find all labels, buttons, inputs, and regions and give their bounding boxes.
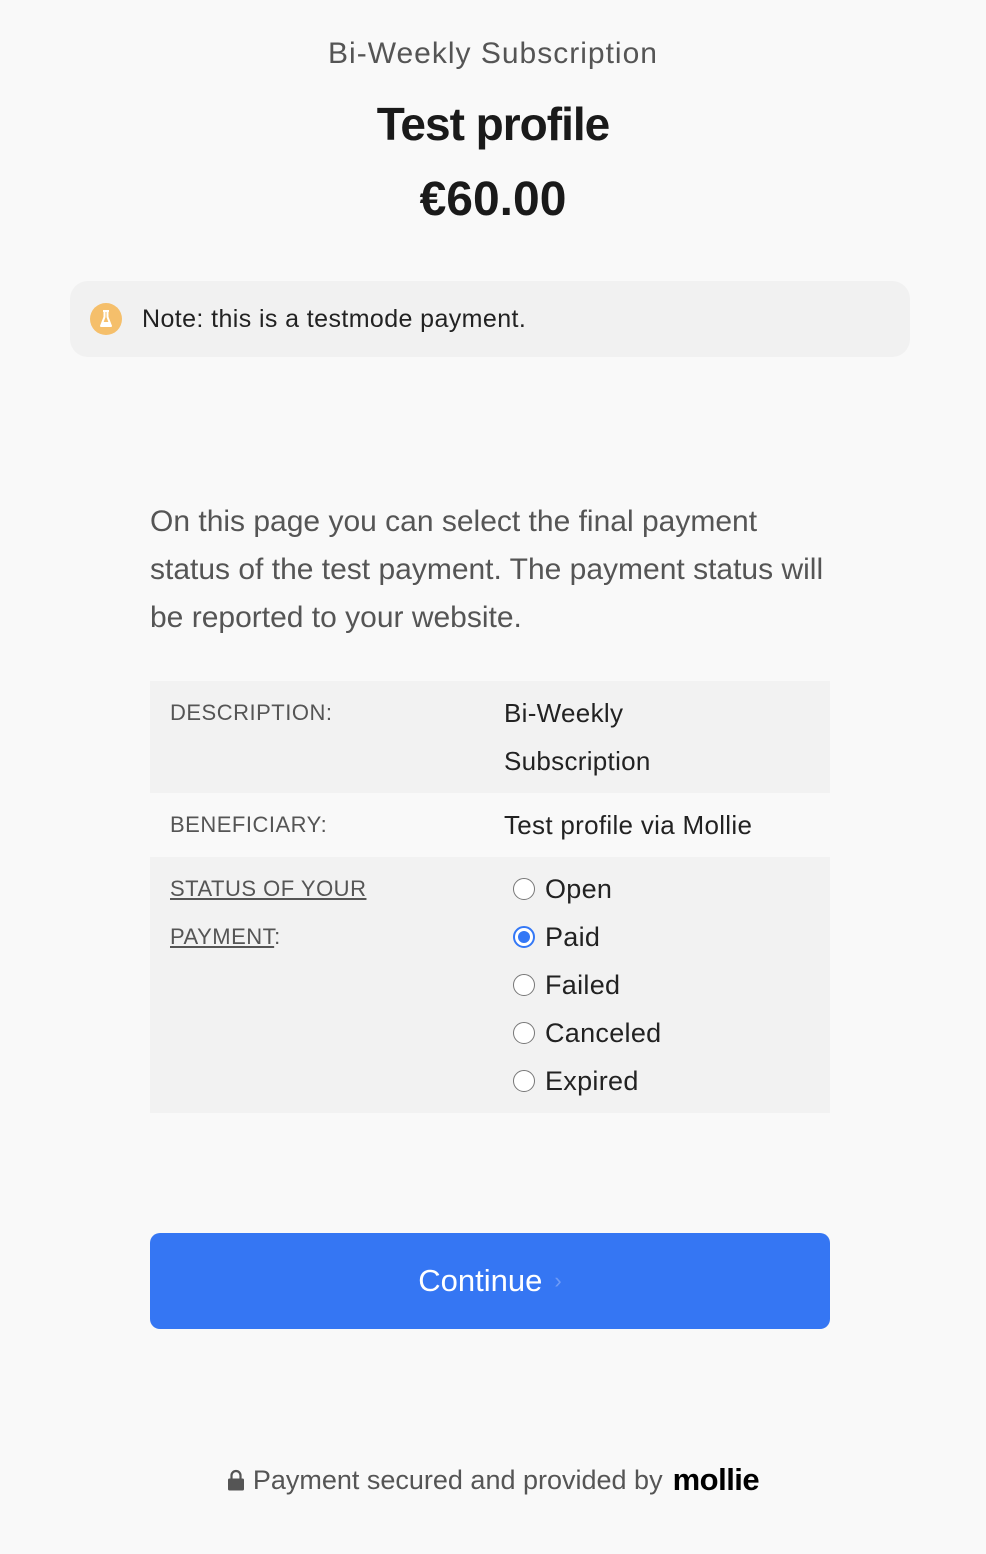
description-value-line2: Subscription — [504, 746, 651, 776]
status-option-label: Open — [545, 873, 613, 904]
description-label: DESCRIPTION: — [170, 700, 333, 725]
status-option-canceled[interactable]: Canceled — [513, 1009, 830, 1057]
radio-open[interactable] — [513, 878, 535, 900]
footer-text: Payment secured and provided by — [252, 1464, 663, 1495]
radio-expired[interactable] — [513, 1070, 535, 1092]
status-option-failed[interactable]: Failed — [513, 961, 830, 1009]
testmode-note-text: Note: this is a testmode payment. — [142, 304, 527, 333]
beneficiary-value: Test profile via Mollie — [504, 809, 753, 840]
radio-paid[interactable] — [513, 926, 535, 948]
status-option-label: Failed — [545, 969, 621, 1000]
radio-failed[interactable] — [513, 974, 535, 996]
status-label-line2: PAYMENT — [170, 924, 275, 949]
status-option-label: Expired — [545, 1065, 639, 1096]
status-option-open[interactable]: Open — [513, 865, 830, 913]
status-row: STATUS OF YOUR PAYMENT: Open Paid Failed — [150, 857, 830, 1113]
continue-button-label: Continue — [418, 1263, 543, 1298]
header: Bi-Weekly Subscription Test profile €60.… — [0, 0, 986, 228]
radio-canceled[interactable] — [513, 1022, 535, 1044]
status-option-label: Canceled — [545, 1017, 662, 1048]
payment-subtitle: Bi-Weekly Subscription — [328, 37, 658, 70]
payment-details-table: DESCRIPTION: Bi-Weekly Subscription BENE… — [150, 681, 830, 1113]
merchant-title: Test profile — [376, 98, 611, 150]
intro-text: On this page you can select the final pa… — [150, 505, 824, 634]
status-option-label: Paid — [545, 921, 601, 952]
status-label-colon: : — [274, 924, 281, 949]
payment-page: Bi-Weekly Subscription Test profile €60.… — [0, 0, 986, 1554]
beneficiary-label: BENEFICIARY: — [170, 812, 328, 837]
status-option-expired[interactable]: Expired — [513, 1057, 830, 1105]
status-label-line1: STATUS OF YOUR — [170, 876, 367, 901]
status-option-paid[interactable]: Paid — [513, 913, 830, 961]
description-value-line1: Bi-Weekly — [504, 698, 624, 728]
chevron-right-icon: › — [554, 1268, 562, 1293]
testmode-note: Note: this is a testmode payment. — [70, 281, 910, 357]
payment-amount: €60.00 — [419, 173, 567, 226]
description-value: Bi-Weekly Subscription — [504, 689, 830, 793]
status-radio-group: Open Paid Failed Canceled Expired — [504, 865, 830, 1113]
lock-icon — [227, 1469, 245, 1491]
flask-icon — [90, 303, 122, 335]
beneficiary-row: BENEFICIARY: Test profile via Mollie — [150, 793, 830, 857]
description-row: DESCRIPTION: Bi-Weekly Subscription — [150, 681, 830, 793]
mollie-logo: mollie — [672, 1462, 760, 1497]
status-label: STATUS OF YOUR PAYMENT: — [150, 865, 504, 1113]
footer: Payment secured and provided by mollie — [0, 1462, 986, 1498]
continue-button[interactable]: Continue › — [150, 1233, 830, 1329]
